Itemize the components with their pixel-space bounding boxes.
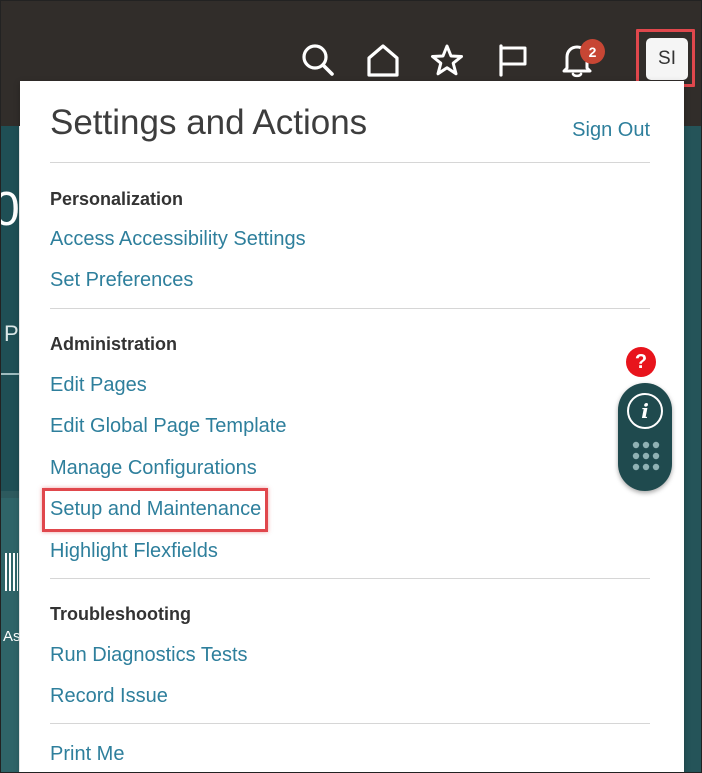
avatar-highlight-box bbox=[636, 29, 695, 87]
run-diagnostics-tests-link[interactable]: Run Diagnostics Tests bbox=[50, 644, 248, 667]
divider bbox=[50, 578, 650, 579]
print-me-link[interactable]: Print Me bbox=[50, 743, 124, 766]
edit-pages-link[interactable]: Edit Pages bbox=[50, 374, 147, 397]
flag-icon bbox=[499, 44, 527, 77]
grid-icon[interactable] bbox=[632, 441, 660, 471]
info-icon[interactable]: i bbox=[627, 393, 663, 429]
help-widget[interactable]: i bbox=[618, 383, 672, 491]
edit-global-page-template-link[interactable]: Edit Global Page Template bbox=[50, 415, 286, 438]
record-issue-link[interactable]: Record Issue bbox=[50, 685, 168, 708]
star-icon bbox=[431, 44, 463, 76]
notification-count-badge: 2 bbox=[580, 39, 605, 64]
sign-out-link[interactable]: Sign Out bbox=[572, 119, 650, 142]
section-heading-troubleshooting: Troubleshooting bbox=[50, 604, 191, 624]
background-band bbox=[1, 126, 19, 491]
manage-configurations-link[interactable]: Manage Configurations bbox=[50, 457, 257, 480]
section-heading-personalization: Personalization bbox=[50, 189, 184, 209]
watchlist-button[interactable] bbox=[493, 41, 531, 79]
menu-title: Settings and Actions bbox=[50, 103, 368, 142]
divider bbox=[50, 723, 650, 724]
background-text-fragment: 0 bbox=[1, 186, 20, 234]
background-underline bbox=[1, 373, 19, 375]
question-icon[interactable]: ? bbox=[626, 347, 656, 377]
search-button[interactable] bbox=[299, 41, 337, 79]
home-button[interactable] bbox=[363, 41, 403, 79]
search-icon bbox=[302, 44, 334, 76]
setup-highlight-box bbox=[42, 488, 268, 532]
settings-and-actions-menu: Settings and Actions Sign Out Personaliz… bbox=[20, 81, 684, 772]
set-preferences-link[interactable]: Set Preferences bbox=[50, 269, 193, 292]
background-page-right bbox=[684, 126, 701, 772]
home-icon bbox=[367, 44, 399, 77]
section-heading-administration: Administration bbox=[50, 334, 178, 354]
background-barcode-fragment bbox=[5, 553, 18, 591]
access-accessibility-settings-link[interactable]: Access Accessibility Settings bbox=[50, 228, 306, 251]
background-text-fragment: P bbox=[4, 321, 19, 346]
divider bbox=[50, 308, 650, 309]
background-text-fragment: As bbox=[3, 628, 21, 645]
divider bbox=[50, 162, 650, 163]
app-window: 2 SI 0 P As Settings and Actions Sign Ou… bbox=[0, 0, 702, 773]
favorites-button[interactable] bbox=[428, 41, 466, 79]
highlight-flexfields-link[interactable]: Highlight Flexfields bbox=[50, 540, 218, 563]
